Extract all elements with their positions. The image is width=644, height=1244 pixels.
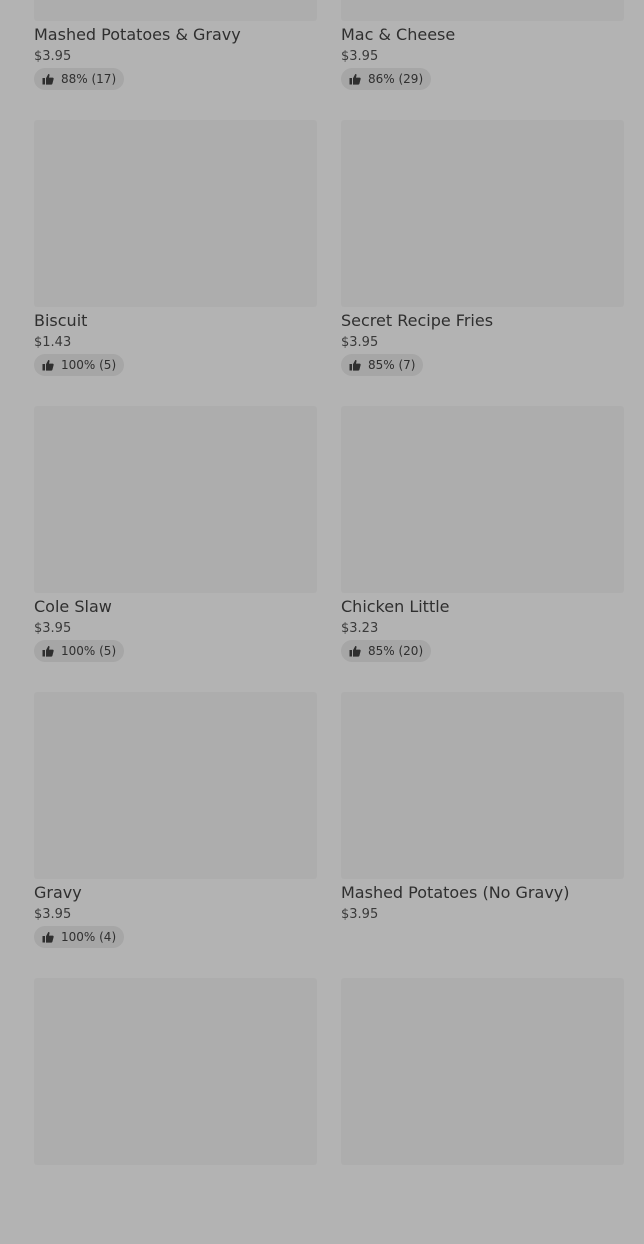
- menu-item-grid: Mashed Potatoes & Gravy $3.95 88% (17) M…: [34, 0, 624, 1244]
- rating-text: 88% (17): [61, 72, 117, 86]
- menu-item-name: Mashed Potatoes & Gravy: [34, 25, 241, 44]
- menu-item-card[interactable]: [34, 978, 317, 1244]
- rating-badge: 100% (5): [34, 354, 125, 376]
- menu-item-price: $3.95: [34, 621, 72, 636]
- menu-item-name: Secret Recipe Fries: [341, 311, 494, 330]
- menu-item-card[interactable]: Mashed Potatoes (No Gravy) $3.95: [341, 692, 624, 958]
- menu-item-name: Mashed Potatoes (No Gravy): [341, 883, 570, 902]
- rating-badge: 100% (5): [34, 640, 125, 662]
- menu-item-card[interactable]: [341, 978, 624, 1244]
- rating-badge: 86% (29): [341, 68, 432, 90]
- thumbs-up-icon: [349, 359, 361, 371]
- menu-item-card[interactable]: Chicken Little $3.23 85% (20): [341, 406, 624, 672]
- rating-badge: 85% (20): [341, 640, 432, 662]
- menu-item-image[interactable]: [341, 120, 624, 307]
- rating-text: 85% (20): [368, 644, 424, 658]
- thumbs-up-icon: [42, 359, 54, 371]
- menu-item-price: $3.23: [341, 621, 379, 636]
- rating-text: 100% (5): [61, 358, 117, 372]
- rating-text: 85% (7): [368, 358, 416, 372]
- rating-text: 86% (29): [368, 72, 424, 86]
- menu-item-name: Gravy: [34, 883, 82, 902]
- menu-item-price: $1.43: [34, 335, 72, 350]
- thumbs-up-icon: [42, 645, 54, 657]
- thumbs-up-icon: [42, 73, 54, 85]
- menu-item-image[interactable]: [34, 0, 317, 21]
- menu-item-card[interactable]: Cole Slaw $3.95 100% (5): [34, 406, 317, 672]
- rating-badge: 88% (17): [34, 68, 125, 90]
- menu-item-card[interactable]: Gravy $3.95 100% (4): [34, 692, 317, 958]
- menu-item-image[interactable]: [341, 692, 624, 879]
- menu-item-image[interactable]: [341, 406, 624, 593]
- menu-item-name: Mac & Cheese: [341, 25, 456, 44]
- menu-item-image[interactable]: [34, 692, 317, 879]
- thumbs-up-icon: [349, 73, 361, 85]
- menu-item-price: $3.95: [341, 335, 379, 350]
- menu-item-image[interactable]: [34, 406, 317, 593]
- thumbs-up-icon: [42, 931, 54, 943]
- menu-item-name: Chicken Little: [341, 597, 450, 616]
- menu-item-card[interactable]: Mashed Potatoes & Gravy $3.95 88% (17): [34, 0, 317, 100]
- rating-badge: 85% (7): [341, 354, 424, 376]
- rating-text: 100% (5): [61, 644, 117, 658]
- menu-item-price: $3.95: [341, 907, 379, 922]
- menu-item-card[interactable]: Secret Recipe Fries $3.95 85% (7): [341, 120, 624, 386]
- rating-badge: 100% (4): [34, 926, 125, 948]
- menu-item-price: $3.95: [34, 49, 72, 64]
- menu-item-image[interactable]: [341, 0, 624, 21]
- menu-item-image[interactable]: [34, 120, 317, 307]
- menu-item-price: $3.95: [341, 49, 379, 64]
- thumbs-up-icon: [349, 645, 361, 657]
- menu-item-image[interactable]: [34, 978, 317, 1165]
- rating-text: 100% (4): [61, 930, 117, 944]
- menu-item-price: $3.95: [34, 907, 72, 922]
- menu-item-card[interactable]: Biscuit $1.43 100% (5): [34, 120, 317, 386]
- menu-item-card[interactable]: Mac & Cheese $3.95 86% (29): [341, 0, 624, 100]
- menu-item-name: Biscuit: [34, 311, 88, 330]
- menu-item-name: Cole Slaw: [34, 597, 112, 616]
- menu-item-image[interactable]: [341, 978, 624, 1165]
